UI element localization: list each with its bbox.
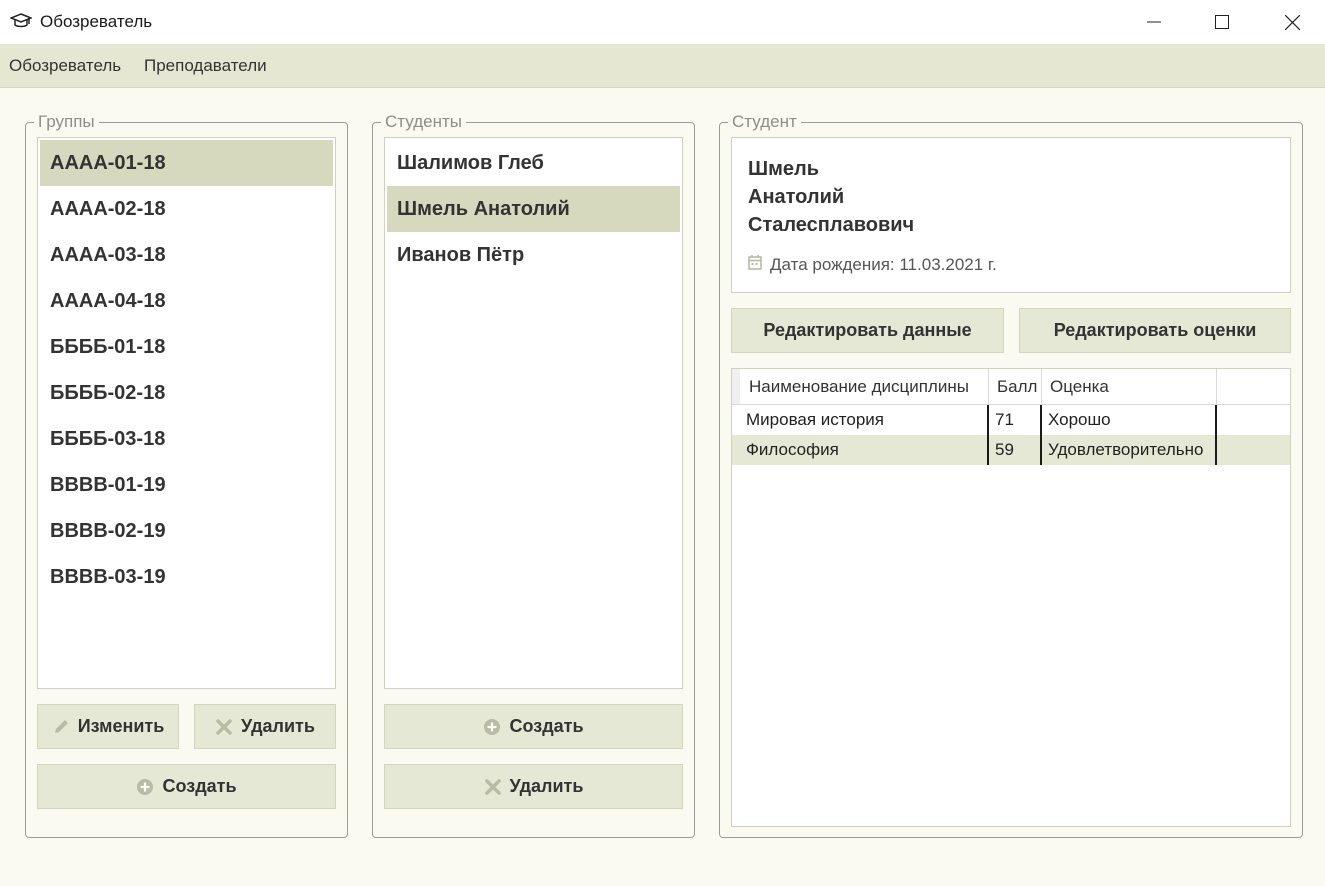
students-list[interactable]: Шалимов Глеб Шмель Анатолий Иванов Пётр — [384, 137, 683, 689]
create-student-label: Создать — [509, 716, 584, 736]
cell-divider — [1215, 405, 1217, 435]
delete-student-label: Удалить — [509, 776, 584, 796]
header-divider — [1216, 369, 1217, 405]
groups-groupbox: Группы АААА-01-18 АААА-02-18 АААА-03-18 … — [25, 112, 348, 838]
list-item[interactable]: Шалимов Глеб — [387, 140, 680, 186]
edit-grades-label: Редактировать оценки — [1053, 320, 1257, 340]
plus-circle-icon — [136, 778, 154, 796]
list-item[interactable]: АААА-01-18 — [40, 140, 333, 186]
groups-legend: Группы — [34, 112, 99, 132]
list-item[interactable]: ББББ-02-18 — [40, 370, 333, 416]
birth-date-text: Дата рождения: 11.03.2021 г. — [770, 254, 997, 274]
student-card: Шмель Анатолий Сталесплавович Дата рожде… — [731, 137, 1291, 293]
plus-circle-icon — [483, 718, 501, 736]
delete-group-button[interactable]: Удалить — [194, 704, 336, 749]
column-header-discipline[interactable]: Наименование дисциплины — [741, 369, 988, 405]
list-item[interactable]: ВВВВ-01-19 — [40, 462, 333, 508]
pencil-icon — [52, 718, 70, 736]
delete-group-label: Удалить — [241, 716, 315, 736]
list-item[interactable]: АААА-04-18 — [40, 278, 333, 324]
cell-grade: Хорошо — [1048, 410, 1111, 429]
list-item[interactable]: ВВВВ-03-19 — [40, 554, 333, 600]
graduation-cap-icon — [8, 12, 34, 30]
cell-grade: Удовлетворительно — [1048, 440, 1204, 459]
window-title: Обозреватель — [40, 12, 153, 31]
student-patronymic: Сталесплавович — [748, 214, 915, 236]
edit-group-button[interactable]: Изменить — [37, 704, 179, 749]
students-groupbox: Студенты Шалимов Глеб Шмель Анатолий Ива… — [372, 112, 695, 838]
grid-corner — [732, 369, 740, 405]
maximize-icon — [1215, 15, 1229, 29]
menu-bar: Обозреватель Преподаватели — [0, 44, 1325, 88]
calendar-icon — [748, 254, 762, 275]
title-bar: Обозреватель — [0, 0, 1325, 44]
create-group-button[interactable]: Создать — [37, 764, 336, 809]
list-item[interactable]: Шмель Анатолий — [387, 186, 680, 232]
table-row[interactable]: Философия 59 Удовлетворительно — [732, 435, 1290, 465]
groups-list[interactable]: АААА-01-18 АААА-02-18 АААА-03-18 АААА-04… — [37, 137, 336, 689]
cell-score: 71 — [995, 410, 1014, 429]
cell-discipline: Философия — [746, 440, 839, 459]
edit-grades-button[interactable]: Редактировать оценки — [1019, 308, 1291, 353]
cell-score: 59 — [995, 440, 1014, 459]
table-row[interactable]: Мировая история 71 Хорошо — [732, 405, 1290, 435]
list-item[interactable]: АААА-03-18 — [40, 232, 333, 278]
student-groupbox: Студент Шмель Анатолий Сталесплавович Да… — [719, 112, 1303, 838]
edit-group-label: Изменить — [77, 716, 165, 736]
column-header-score[interactable]: Балл — [989, 369, 1041, 405]
grades-grid[interactable]: Наименование дисциплины Балл Оценка Миро… — [731, 368, 1291, 827]
student-last-name: Шмель — [748, 158, 820, 180]
list-item[interactable]: АААА-02-18 — [40, 186, 333, 232]
student-first-name: Анатолий — [748, 186, 845, 208]
x-icon — [215, 718, 233, 736]
student-legend: Студент — [728, 112, 801, 132]
close-icon — [1284, 14, 1300, 30]
create-student-button[interactable]: Создать — [384, 704, 683, 749]
menu-item-overview[interactable]: Обозреватель — [9, 56, 121, 76]
minimize-icon — [1147, 21, 1161, 23]
birth-date: Дата рождения: 11.03.2021 г. — [748, 254, 997, 275]
edit-data-button[interactable]: Редактировать данные — [731, 308, 1004, 353]
list-item[interactable]: ББББ-03-18 — [40, 416, 333, 462]
menu-item-teachers[interactable]: Преподаватели — [144, 56, 267, 76]
minimize-button[interactable] — [1119, 0, 1189, 44]
delete-student-button[interactable]: Удалить — [384, 764, 683, 809]
cell-discipline: Мировая история — [746, 410, 884, 429]
column-header-grade[interactable]: Оценка — [1042, 369, 1216, 405]
x-icon — [484, 778, 502, 796]
cell-divider — [1215, 435, 1217, 465]
maximize-button[interactable] — [1187, 0, 1257, 44]
list-item[interactable]: ВВВВ-02-19 — [40, 508, 333, 554]
close-button[interactable] — [1257, 0, 1325, 44]
list-item[interactable]: Иванов Пётр — [387, 232, 680, 278]
students-legend: Студенты — [381, 112, 466, 132]
create-group-label: Создать — [162, 776, 237, 796]
list-item[interactable]: ББББ-01-18 — [40, 324, 333, 370]
edit-data-label: Редактировать данные — [763, 320, 972, 340]
